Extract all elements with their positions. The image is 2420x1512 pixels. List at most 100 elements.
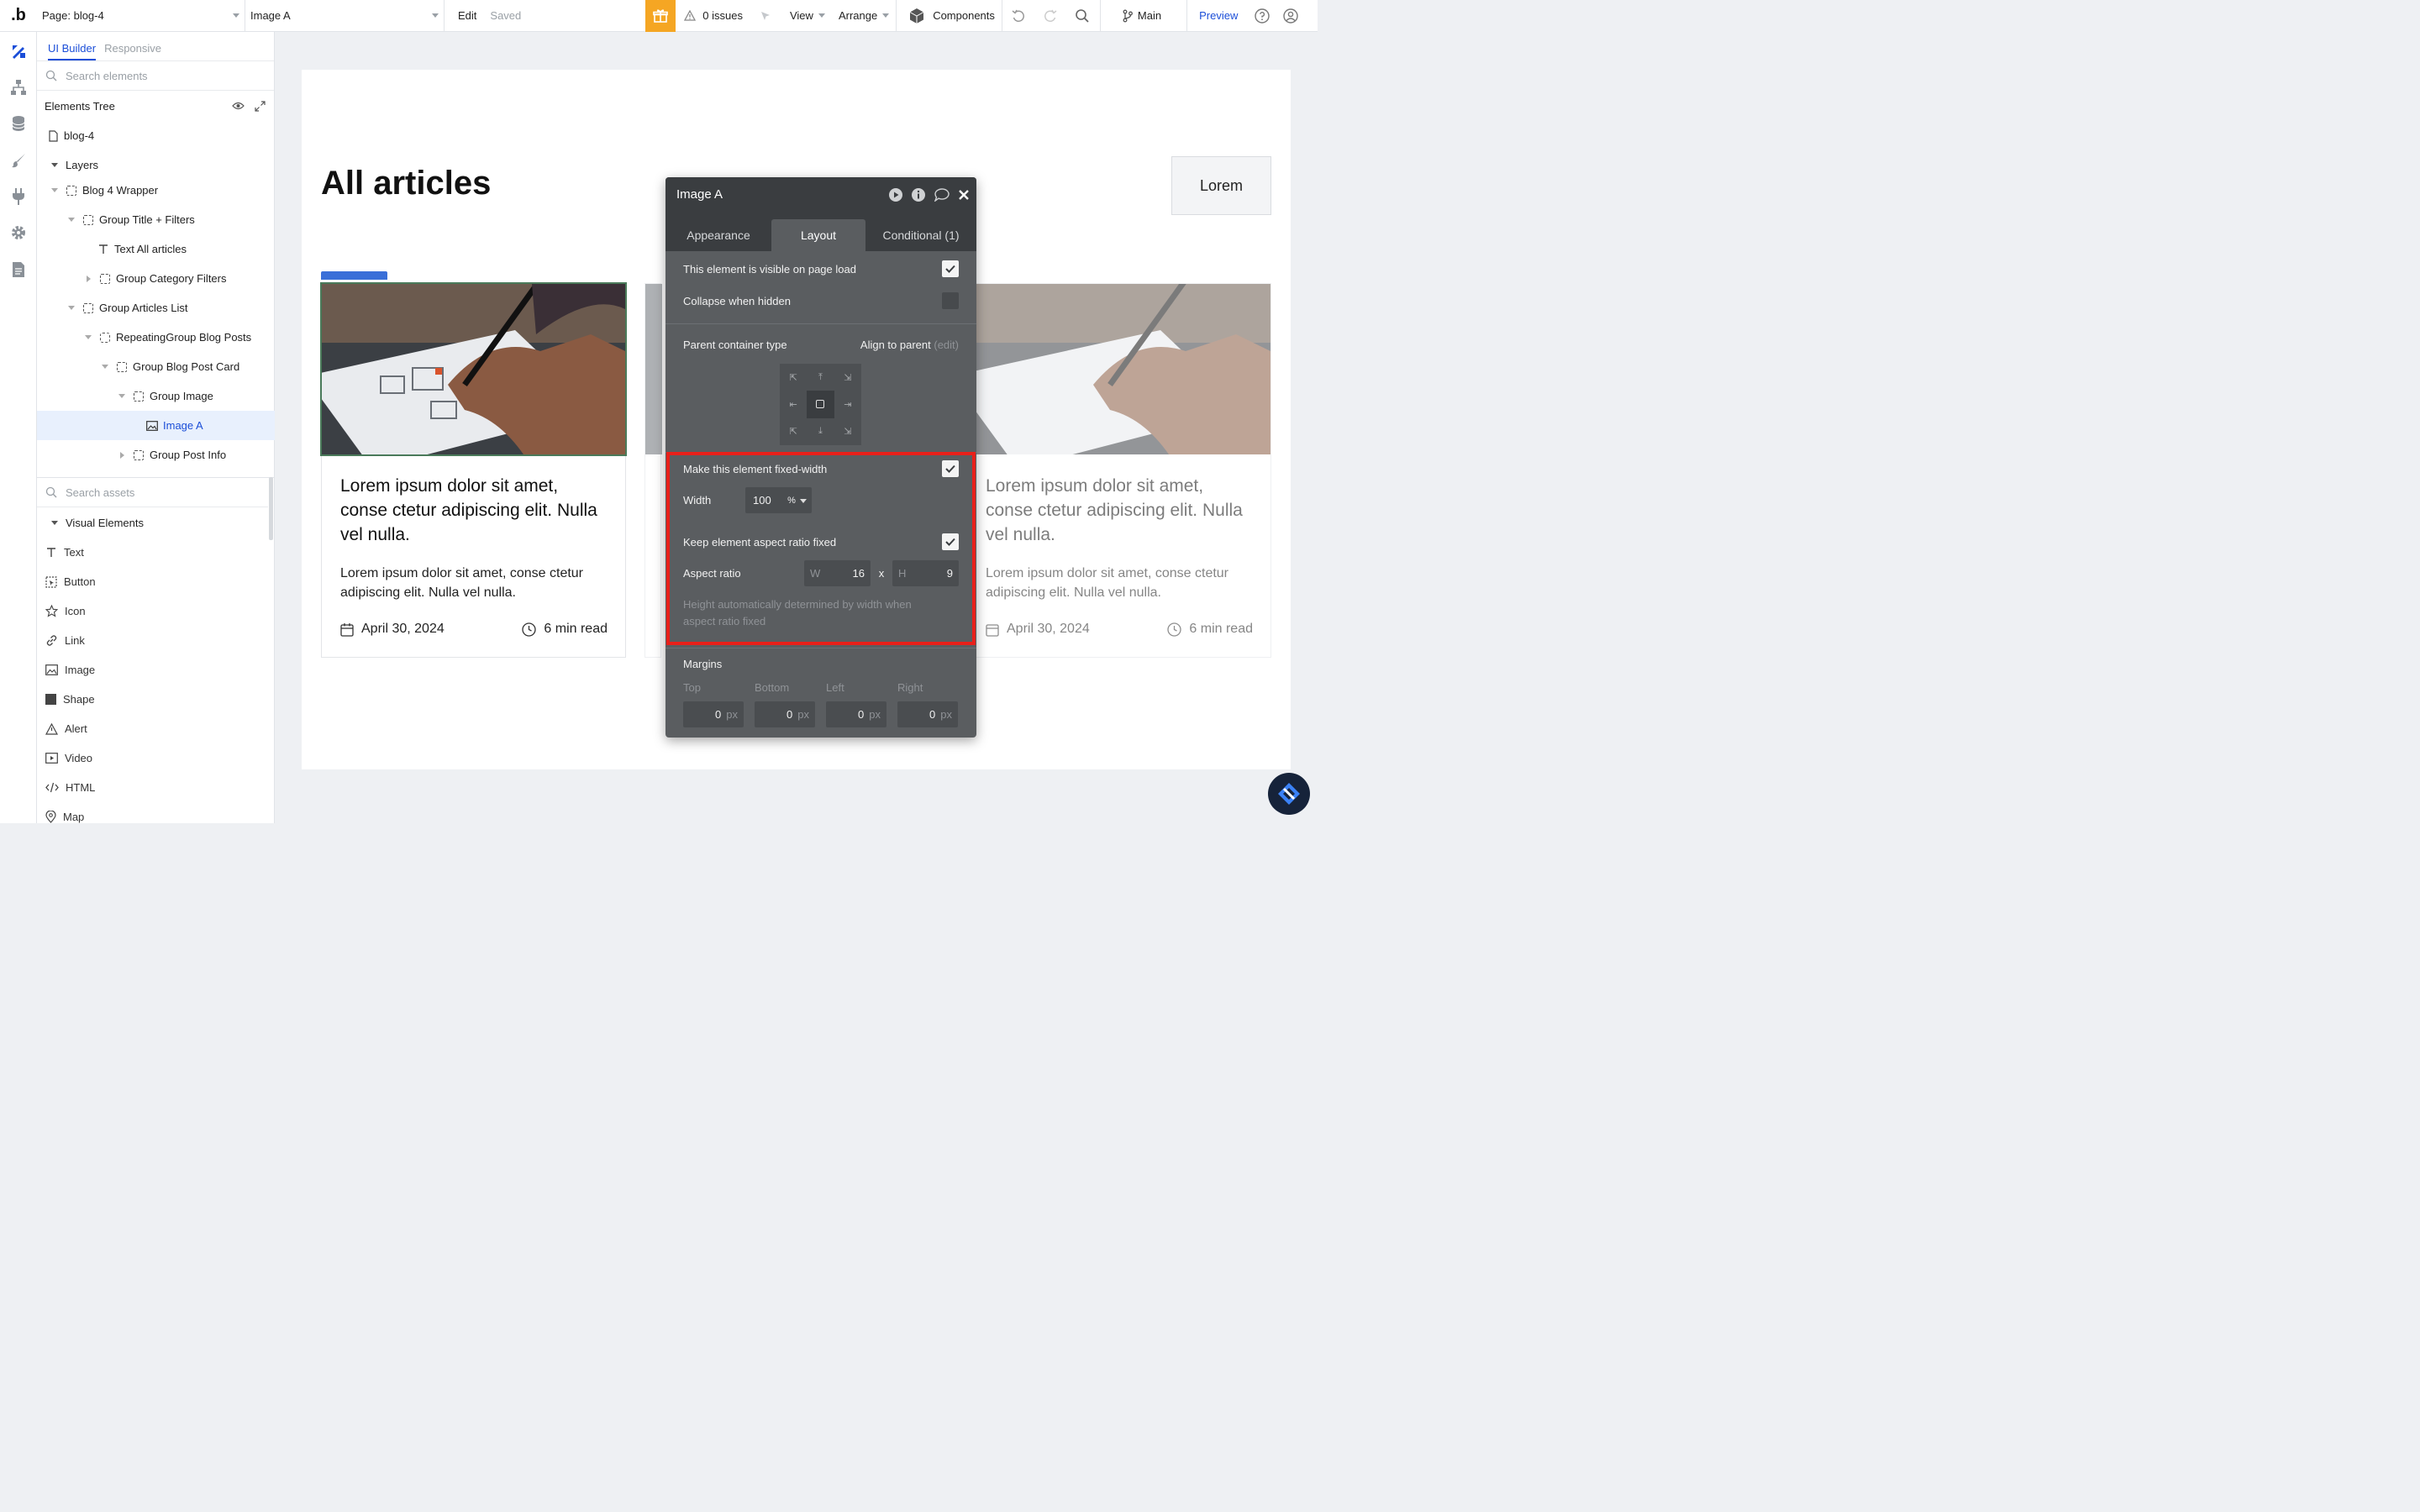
tree-item-blog-4-wrapper[interactable]: Blog 4 Wrapper bbox=[37, 176, 275, 205]
tree-item-group-blog-post-card[interactable]: Group Blog Post Card bbox=[37, 352, 275, 381]
element-selector-label: Image A bbox=[250, 9, 291, 22]
close-icon[interactable] bbox=[958, 189, 970, 201]
branch-icon bbox=[1123, 9, 1133, 22]
settings-gear-icon[interactable] bbox=[10, 224, 27, 241]
lorem-button[interactable]: Lorem bbox=[1171, 156, 1271, 215]
design-tools-icon[interactable] bbox=[10, 43, 27, 60]
page-title[interactable]: All articles bbox=[321, 165, 491, 202]
chevron-down-icon[interactable] bbox=[102, 365, 108, 369]
plugin-icon[interactable] bbox=[10, 188, 27, 205]
tree-item-image-a[interactable]: Image A bbox=[37, 411, 275, 440]
branch-selector[interactable]: Main bbox=[1101, 0, 1186, 32]
search-icon[interactable] bbox=[1066, 0, 1100, 32]
align-bottom-right-icon[interactable]: ⇲ bbox=[834, 418, 861, 445]
tree-item-blog-4[interactable]: blog-4 bbox=[37, 121, 275, 150]
collapse-hidden-checkbox[interactable] bbox=[942, 292, 959, 309]
align-center-icon[interactable] bbox=[807, 391, 834, 418]
tree-item-group-articles-list[interactable]: Group Articles List bbox=[37, 293, 275, 323]
calendar-icon bbox=[986, 623, 999, 637]
bubble-logo[interactable]: .b bbox=[0, 0, 37, 32]
page-selector[interactable]: Page: blog-4 bbox=[37, 0, 245, 32]
asset-video[interactable]: Video bbox=[37, 743, 275, 773]
brush-icon[interactable] bbox=[10, 152, 27, 169]
help-icon[interactable] bbox=[1248, 0, 1276, 32]
chevron-down-icon[interactable] bbox=[51, 521, 58, 525]
issues-indicator[interactable]: 0 issues bbox=[676, 0, 750, 32]
tree-item-text-all-articles[interactable]: Text All articles bbox=[37, 234, 275, 264]
eye-icon[interactable] bbox=[232, 102, 245, 110]
tree-item-group-title-filters[interactable]: Group Title + Filters bbox=[37, 205, 275, 234]
visible-on-load-label: This element is visible on page load bbox=[683, 262, 856, 276]
asset-text[interactable]: Text bbox=[37, 538, 275, 567]
arrange-menu[interactable]: Arrange bbox=[832, 0, 896, 32]
align-top-right-icon[interactable]: ⇲ bbox=[834, 364, 861, 391]
align-bottom-left-icon[interactable]: ⇱ bbox=[780, 418, 807, 445]
asset-button[interactable]: Button bbox=[37, 567, 275, 596]
asset-shape[interactable]: Shape bbox=[37, 685, 275, 714]
help-widget-button[interactable] bbox=[1268, 773, 1310, 815]
top-bar: .b Page: blog-4 Image A Edit Saved 0 iss… bbox=[0, 0, 1318, 32]
asset-html[interactable]: HTML bbox=[37, 773, 275, 802]
margin-left-input[interactable]: 0 px bbox=[826, 701, 886, 727]
tree-item-group-post-info[interactable]: Group Post Info bbox=[37, 440, 275, 470]
edit-menu[interactable]: Edit bbox=[445, 0, 483, 32]
image-a[interactable] bbox=[320, 282, 627, 456]
tab-responsive[interactable]: Responsive bbox=[104, 42, 161, 60]
database-icon[interactable] bbox=[10, 115, 27, 132]
align-center-left-icon[interactable]: ⇤ bbox=[780, 391, 807, 417]
chevron-down-icon[interactable] bbox=[68, 306, 75, 310]
align-top-left-icon[interactable]: ⇱ bbox=[780, 364, 807, 391]
workflow-icon[interactable] bbox=[10, 79, 27, 96]
expand-icon[interactable] bbox=[255, 100, 266, 112]
visual-elements-section[interactable]: Visual Elements bbox=[37, 508, 275, 538]
margin-right-input[interactable]: 0 px bbox=[897, 701, 958, 727]
tree-item-repeating-group[interactable]: RepeatingGroup Blog Posts bbox=[37, 323, 275, 352]
group-icon bbox=[117, 361, 127, 372]
blog-post-card[interactable] bbox=[644, 283, 662, 658]
card-excerpt: Lorem ipsum dolor sit amet, conse ctetur… bbox=[340, 566, 584, 600]
visible-on-load-checkbox[interactable] bbox=[942, 260, 959, 277]
view-menu[interactable]: View bbox=[783, 0, 832, 32]
chevron-down-icon[interactable] bbox=[51, 163, 58, 167]
gift-icon[interactable] bbox=[645, 0, 676, 32]
tab-conditional[interactable]: Conditional (1) bbox=[865, 219, 976, 251]
chevron-down-icon[interactable] bbox=[51, 188, 58, 192]
blog-post-card[interactable]: Lorem ipsum dolor sit amet, conse ctetur… bbox=[966, 283, 1271, 658]
parent-container-value[interactable]: Align to parent (edit) bbox=[860, 339, 959, 351]
components-button[interactable]: Components bbox=[897, 0, 1002, 32]
chevron-right-icon[interactable] bbox=[119, 451, 124, 459]
search-elements-field[interactable]: Search elements bbox=[37, 61, 274, 91]
tab-appearance[interactable]: Appearance bbox=[666, 219, 771, 251]
edit-link[interactable]: (edit) bbox=[934, 339, 959, 351]
asset-link[interactable]: Link bbox=[37, 626, 275, 655]
asset-alert[interactable]: Alert bbox=[37, 714, 275, 743]
blog-post-card[interactable]: Lorem ipsum dolor sit amet, conse ctetur… bbox=[320, 282, 627, 658]
margin-top-input[interactable]: 0 px bbox=[683, 701, 744, 727]
margin-bottom-input[interactable]: 0 px bbox=[755, 701, 815, 727]
logs-document-icon[interactable] bbox=[10, 261, 27, 278]
tab-layout[interactable]: Layout bbox=[771, 219, 865, 251]
chevron-right-icon[interactable] bbox=[86, 275, 91, 282]
preview-button[interactable]: Preview bbox=[1187, 0, 1248, 32]
chevron-down-icon[interactable] bbox=[85, 335, 92, 339]
asset-map[interactable]: Map bbox=[37, 802, 275, 832]
tree-item-group-image[interactable]: Group Image bbox=[37, 381, 275, 411]
asset-image[interactable]: Image bbox=[37, 655, 275, 685]
search-assets-field[interactable]: Search assets bbox=[37, 478, 268, 507]
play-icon[interactable] bbox=[888, 187, 903, 202]
redo-icon[interactable] bbox=[1034, 0, 1066, 32]
align-bottom-center-icon[interactable]: ⤓ bbox=[807, 418, 834, 445]
undo-icon[interactable] bbox=[1002, 0, 1034, 32]
align-top-center-icon[interactable]: ⤒ bbox=[807, 364, 834, 391]
info-icon[interactable] bbox=[911, 187, 926, 202]
element-selector[interactable]: Image A bbox=[245, 0, 445, 32]
account-icon[interactable] bbox=[1276, 0, 1305, 32]
align-center-right-icon[interactable]: ⇥ bbox=[834, 391, 861, 417]
chevron-down-icon[interactable] bbox=[68, 218, 75, 222]
comment-icon[interactable] bbox=[934, 187, 950, 202]
tree-item-group-category-filters[interactable]: Group Category Filters bbox=[37, 264, 275, 293]
asset-icon[interactable]: Icon bbox=[37, 596, 275, 626]
inspect-cursor-icon[interactable] bbox=[750, 0, 783, 32]
chevron-down-icon[interactable] bbox=[118, 394, 125, 398]
tab-ui-builder[interactable]: UI Builder bbox=[48, 42, 97, 60]
